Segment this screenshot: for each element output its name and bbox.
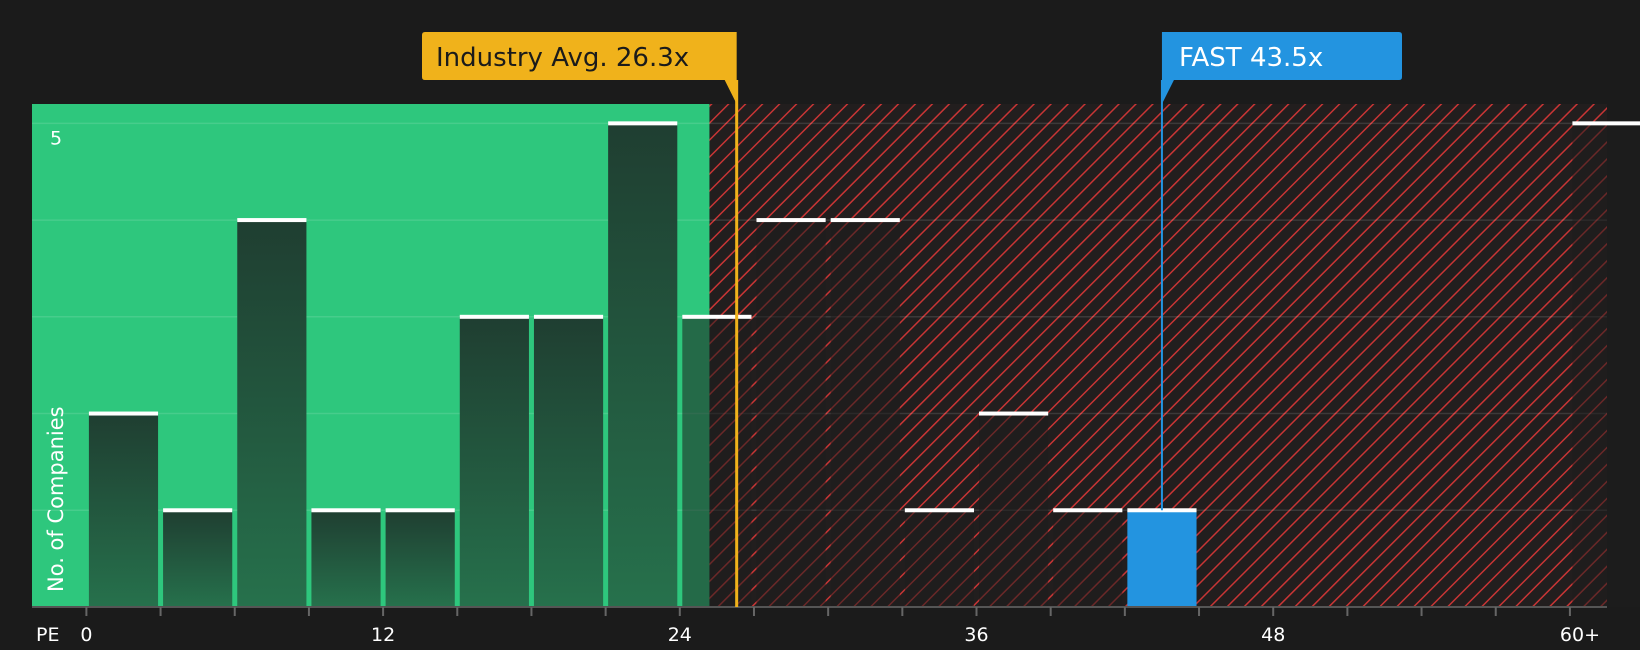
histogram-bar: [88, 413, 159, 607]
x-axis-ticks: 0 12 24 36 48 60+: [80, 607, 1600, 646]
histogram-bar-cap: [237, 218, 307, 223]
histogram-bar-cap: [385, 508, 455, 513]
y-tick-label: 5: [50, 127, 62, 149]
histogram-bar: [682, 316, 752, 607]
y-axis-ticks: 5: [50, 127, 62, 149]
x-tick-label: 0: [80, 624, 92, 646]
histogram-bar: [385, 510, 455, 607]
histogram-bar-cap: [608, 121, 678, 126]
histogram-bar: [904, 510, 975, 607]
histogram-bar-cap: [163, 508, 233, 513]
histogram-bar: [1053, 510, 1123, 607]
histogram-bar: [830, 220, 900, 608]
histogram-bar: [237, 220, 307, 608]
histogram-bar: [979, 413, 1049, 607]
x-axis-label: PE: [36, 624, 59, 646]
pe-distribution-chart: 0 12 24 36 48 60+ 5 PE No. of Companies Indus…: [32, 32, 1640, 646]
x-tick-label: 24: [668, 624, 692, 646]
histogram-bar-cap: [682, 314, 752, 319]
histogram-bar-cap: [459, 314, 529, 319]
histogram-bar-cap: [533, 314, 604, 319]
histogram-bar-cap: [88, 411, 159, 416]
histogram-bar-highlight: [1127, 510, 1197, 607]
histogram-bar-cap: [904, 508, 975, 513]
histogram-bar: [459, 316, 529, 607]
x-tick-label: 48: [1261, 624, 1285, 646]
histogram-bar: [1572, 123, 1640, 607]
x-tick-label: 60+: [1560, 624, 1600, 646]
histogram-bar-cap: [1053, 508, 1123, 513]
y-axis-label: No. of Companies: [44, 406, 68, 592]
histogram-bar: [533, 316, 604, 607]
industry-average-label: Industry Avg. 26.3x: [436, 43, 689, 73]
company-pe-label: FAST 43.5x: [1179, 43, 1323, 73]
x-tick-label: 12: [371, 624, 395, 646]
histogram-bar: [163, 510, 233, 607]
histogram-bar: [311, 510, 381, 607]
histogram-bar-cap: [979, 411, 1049, 416]
histogram-bar-cap: [830, 218, 900, 223]
histogram-bar-cap: [1572, 121, 1640, 126]
histogram-bar: [608, 123, 678, 607]
histogram-bar-cap: [756, 218, 826, 223]
histogram-bar: [756, 220, 826, 608]
x-tick-label: 36: [964, 624, 988, 646]
histogram-bar-cap: [311, 508, 381, 513]
